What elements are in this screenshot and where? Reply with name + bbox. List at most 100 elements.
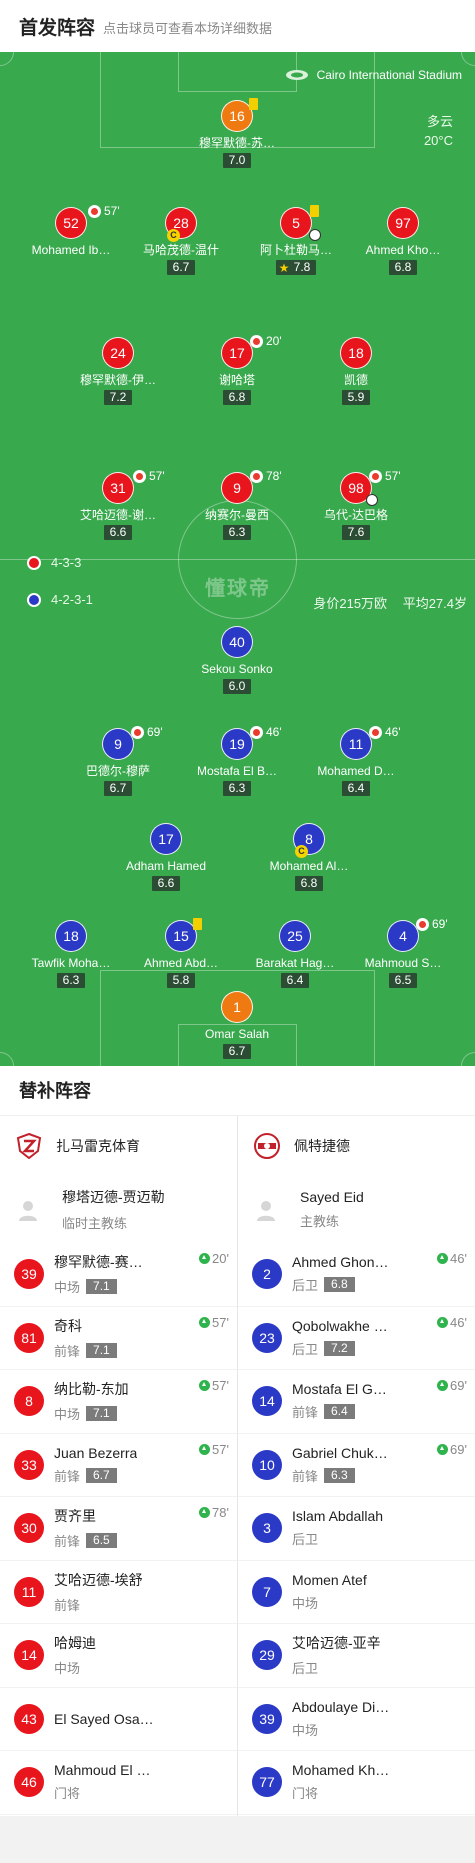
sub-player-info: 贾齐里 前锋 6.5 bbox=[54, 1506, 117, 1550]
sub-player-row[interactable]: 77 Mohamed Kh… 门将 bbox=[238, 1751, 475, 1815]
player-away-4[interactable]: 4 69' Mahmoud S… 6.5 bbox=[348, 917, 458, 989]
player-rating: 6.4 bbox=[280, 973, 310, 988]
player-home-24[interactable]: 24 穆罕默德-伊… 7.2 bbox=[63, 337, 173, 406]
player-home-16[interactable]: 16 穆罕默德-苏… 7.0 bbox=[182, 98, 292, 169]
sub-player-row[interactable]: 30 贾齐里 前锋 6.5 78' bbox=[0, 1497, 237, 1561]
captain-icon: C bbox=[167, 229, 180, 242]
home-coach-row[interactable]: 穆塔迈德-贾迈勒 临时主教练 bbox=[0, 1176, 237, 1243]
sub-player-row[interactable]: 39 穆罕默德-赛… 中场 7.1 20' bbox=[0, 1243, 237, 1307]
sub-player-rating: 7.1 bbox=[86, 1406, 117, 1422]
sub-player-rating: 6.4 bbox=[324, 1404, 355, 1420]
sub-out-icon bbox=[250, 335, 263, 348]
sub-in-arrow-icon bbox=[437, 1380, 449, 1391]
sub-player-row[interactable]: 3 Islam Abdallah 后卫 bbox=[238, 1497, 475, 1561]
player-home-5[interactable]: 5 阿卜杜勒马… ★ 7.8 bbox=[241, 205, 351, 276]
stadium-label: Cairo International Stadium bbox=[285, 68, 462, 82]
sub-player-row[interactable]: 23 Qobolwakhe … 后卫 7.2 46' bbox=[238, 1307, 475, 1370]
player-away-15[interactable]: 15 Ahmed Abd… 5.8 bbox=[126, 918, 236, 989]
player-name: Sekou Sonko bbox=[201, 662, 273, 676]
player-rating: 7.6 bbox=[341, 525, 371, 540]
player-away-25[interactable]: 25 Barakat Hag… 6.4 bbox=[240, 920, 350, 989]
sub-player-number: 77 bbox=[252, 1767, 282, 1798]
sub-player-name: Mohamed Kh… bbox=[292, 1762, 390, 1779]
player-number: 17 bbox=[221, 337, 253, 369]
player-away-40[interactable]: 40 Sekou Sonko 6.0 bbox=[182, 626, 292, 695]
sub-out-icon bbox=[416, 918, 429, 931]
away-coach-row[interactable]: Sayed Eid 主教练 bbox=[238, 1176, 475, 1243]
sub-out-icon bbox=[131, 726, 144, 739]
sub-player-row[interactable]: 43 El Sayed Osa… bbox=[0, 1688, 237, 1751]
sub-player-meta: 后卫 6.8 bbox=[292, 1275, 389, 1294]
sub-in-time: 69' bbox=[437, 1378, 467, 1393]
home-team-row[interactable]: 扎马雷克体育 bbox=[0, 1116, 237, 1176]
coach-name: Sayed Eid bbox=[300, 1189, 364, 1205]
player-home-31[interactable]: 31 57' 艾哈迈德-谢… 6.6 bbox=[63, 469, 173, 541]
sub-player-info: Qobolwakhe … 后卫 7.2 bbox=[292, 1318, 388, 1358]
player-home-97[interactable]: 97 Ahmed Kho… 6.8 bbox=[348, 207, 458, 276]
sub-player-row[interactable]: 11 艾哈迈德-埃舒 前锋 bbox=[0, 1561, 237, 1624]
player-away-17[interactable]: 17 Adham Hamed 6.6 bbox=[111, 823, 221, 892]
sub-player-row[interactable]: 33 Juan Bezerra 前锋 6.7 57' bbox=[0, 1434, 237, 1497]
home-team-icon bbox=[27, 555, 41, 570]
player-away-9[interactable]: 9 69' 巴德尔-穆萨 6.7 bbox=[63, 725, 173, 797]
sub-player-info: 纳比勒-东加 中场 7.1 bbox=[54, 1379, 129, 1423]
player-number: 11 bbox=[340, 728, 372, 760]
player-home-52[interactable]: 52 57' Mohamed Ib… bbox=[16, 204, 126, 258]
sub-in-minute: 20' bbox=[212, 1251, 229, 1266]
sub-player-meta: 门将 bbox=[292, 1783, 389, 1802]
sub-player-row[interactable]: 29 艾哈迈德-亚辛 后卫 bbox=[238, 1624, 475, 1688]
player-away-1[interactable]: 1 Omar Salah 6.7 bbox=[182, 991, 292, 1060]
player-name: 凯德 bbox=[343, 373, 368, 387]
sub-out-icon bbox=[250, 470, 263, 483]
sub-player-position: 中场 bbox=[292, 1595, 319, 1611]
player-rating: ★ 7.8 bbox=[275, 260, 317, 275]
sub-player-row[interactable]: 46 Mahmoud El … 门将 bbox=[0, 1751, 237, 1815]
sub-player-row[interactable]: 7 Momen Atef 中场 bbox=[238, 1561, 475, 1624]
sub-in-arrow-icon bbox=[199, 1507, 211, 1518]
player-number: 25 bbox=[279, 920, 311, 952]
sub-player-row[interactable]: 39 Abdoulaye Di… 中场 bbox=[238, 1688, 475, 1751]
sub-player-meta: 前锋 bbox=[54, 1595, 143, 1614]
player-away-11[interactable]: 11 46' Mohamed D… 6.4 bbox=[301, 725, 411, 797]
sub-player-position: 前锋 bbox=[292, 1468, 319, 1484]
player-away-18[interactable]: 18 Tawfik Moha… 6.3 bbox=[16, 920, 126, 989]
sub-player-rating: 6.8 bbox=[324, 1277, 355, 1293]
sub-player-row[interactable]: 14 哈姆迪 中场 bbox=[0, 1624, 237, 1688]
player-rating: 6.0 bbox=[222, 679, 252, 694]
sub-player-info: Ahmed Ghon… 后卫 6.8 bbox=[292, 1254, 389, 1294]
player-home-28[interactable]: 28 C 马哈茂德-温什 6.7 bbox=[126, 207, 236, 276]
sub-out-icon bbox=[369, 470, 382, 483]
sub-player-row[interactable]: 10 Gabriel Chuk… 前锋 6.3 69' bbox=[238, 1434, 475, 1497]
sub-player-number: 8 bbox=[14, 1386, 44, 1417]
player-home-18[interactable]: 18 凯德 5.9 bbox=[301, 337, 411, 406]
away-team-row[interactable]: 佩特捷德 bbox=[238, 1116, 475, 1176]
player-rating-value: 7.8 bbox=[293, 260, 311, 274]
sub-in-time: 57' bbox=[199, 1378, 229, 1393]
player-name: Mahmoud S… bbox=[364, 956, 442, 970]
player-away-19[interactable]: 19 46' Mostafa El B… 6.3 bbox=[182, 725, 292, 797]
sub-in-arrow-icon bbox=[199, 1443, 211, 1455]
away-formation-label: 4-2-3-1 bbox=[51, 592, 93, 607]
sub-out-icon bbox=[88, 205, 101, 218]
sub-player-info: 穆罕默德-赛… 中场 7.1 bbox=[54, 1252, 143, 1296]
sub-player-number: 81 bbox=[14, 1322, 44, 1353]
player-home-17[interactable]: 17 20' 谢哈塔 6.8 bbox=[182, 334, 292, 406]
sub-player-row[interactable]: 81 奇科 前锋 7.1 57' bbox=[0, 1307, 237, 1370]
player-number: 52 bbox=[55, 207, 87, 239]
player-number: 9 bbox=[221, 472, 253, 504]
sub-in-minute: 46' bbox=[450, 1314, 467, 1330]
player-home-98[interactable]: 98 57' 乌代-达巴格 7.6 bbox=[301, 469, 411, 541]
player-away-8[interactable]: 8 C Mohamed Al… 6.8 bbox=[254, 823, 364, 892]
sub-player-row[interactable]: 14 Mostafa El G… 前锋 6.4 69' bbox=[238, 1370, 475, 1434]
player-home-9[interactable]: 9 78' 纳赛尔-曼西 6.3 bbox=[182, 469, 292, 541]
page-footer bbox=[0, 1816, 475, 1863]
stadium-name: Cairo International Stadium bbox=[316, 68, 462, 82]
sub-in-minute: 69' bbox=[450, 1441, 467, 1457]
sub-player-row[interactable]: 8 纳比勒-东加 中场 7.1 57' bbox=[0, 1370, 237, 1434]
player-rating: 6.5 bbox=[388, 973, 418, 988]
sub-player-number: 7 bbox=[252, 1576, 282, 1607]
sub-player-info: 奇科 前锋 7.1 bbox=[54, 1316, 117, 1360]
player-rating: 6.3 bbox=[56, 973, 86, 988]
sub-player-row[interactable]: 2 Ahmed Ghon… 后卫 6.8 46' bbox=[238, 1243, 475, 1307]
home-sub-list: 39 穆罕默德-赛… 中场 7.1 20' 81 奇科 前锋 7.1 57' 8 纳比勒-东加 中场 7.… bbox=[0, 1243, 237, 1815]
